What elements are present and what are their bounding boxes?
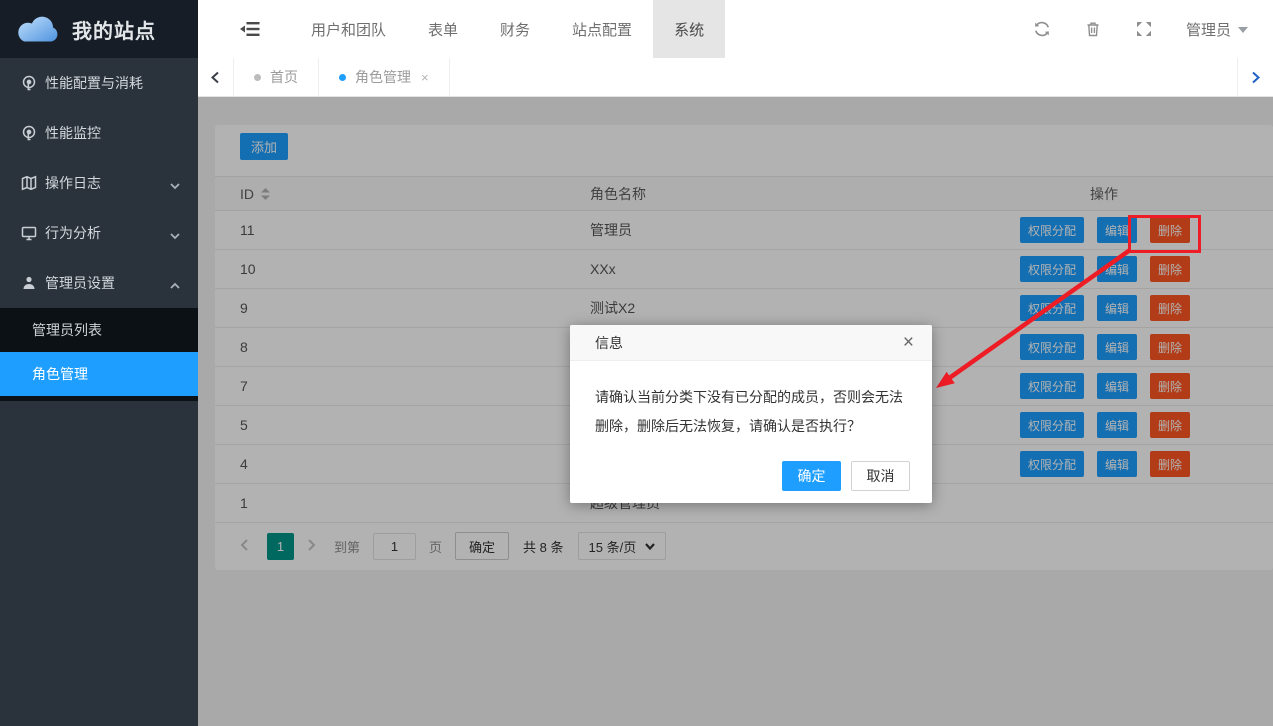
sidebar-item-admin-settings[interactable]: 管理员设置 <box>0 258 198 308</box>
dialog-ok-button[interactable]: 确定 <box>782 461 841 491</box>
book-icon <box>20 175 37 192</box>
podcast-icon <box>20 125 37 142</box>
sidebar: 我的站点 性能配置与消耗 性能监控 操作日志 <box>0 0 198 726</box>
tab-dot-icon <box>254 74 261 81</box>
monitor-icon <box>20 225 37 242</box>
sidebar-menu: 性能配置与消耗 性能监控 操作日志 行为分析 <box>0 58 198 401</box>
sidebar-item-label: 行为分析 <box>45 223 101 243</box>
sidebar-item-role-management[interactable]: 角色管理 <box>0 352 198 396</box>
sidebar-item-label: 操作日志 <box>45 173 101 193</box>
sidebar-subitem-label: 角色管理 <box>32 364 88 384</box>
user-menu[interactable]: 管理员 <box>1186 19 1248 40</box>
nav-tab-system[interactable]: 系统 <box>653 0 725 58</box>
fullscreen-icon[interactable] <box>1135 20 1153 38</box>
collapse-sidebar-icon[interactable] <box>240 21 260 37</box>
tab-close-icon[interactable]: × <box>421 70 429 85</box>
tab-scroll-right-icon[interactable] <box>1237 58 1273 96</box>
sidebar-item-operation-log[interactable]: 操作日志 <box>0 158 198 208</box>
sidebar-subitem-label: 管理员列表 <box>32 320 102 340</box>
chevron-up-icon <box>170 278 180 288</box>
user-label: 管理员 <box>1186 19 1231 40</box>
sidebar-item-behavior-analysis[interactable]: 行为分析 <box>0 208 198 258</box>
confirm-dialog: 信息 × 请确认当前分类下没有已分配的成员，否则会无法 删除，删除后无法恢复，请… <box>570 325 932 503</box>
dialog-message: 请确认当前分类下没有已分配的成员，否则会无法 删除，删除后无法恢复，请确认是否执… <box>570 361 932 441</box>
tab-scroll-left-icon[interactable] <box>198 58 234 96</box>
nav-tab-finance[interactable]: 财务 <box>479 0 551 58</box>
user-icon <box>20 275 37 292</box>
sidebar-item-performance-monitor[interactable]: 性能监控 <box>0 108 198 158</box>
refresh-icon[interactable] <box>1033 20 1051 38</box>
sidebar-item-admin-list[interactable]: 管理员列表 <box>0 308 198 352</box>
dialog-message-line: 删除，删除后无法恢复，请确认是否执行？ <box>595 412 907 441</box>
page-tab-bar: 首页 角色管理 × <box>198 58 1273 97</box>
main-area: 用户和团队 表单 财务 站点配置 系统 <box>198 0 1273 726</box>
sidebar-item-performance-config[interactable]: 性能配置与消耗 <box>0 58 198 108</box>
dialog-header: 信息 × <box>570 325 932 361</box>
site-title: 我的站点 <box>72 15 156 44</box>
chevron-down-icon <box>170 228 180 238</box>
page-tab-role-management[interactable]: 角色管理 × <box>319 58 450 96</box>
caret-down-icon <box>1238 27 1248 33</box>
logo: 我的站点 <box>0 0 198 58</box>
top-nav: 用户和团队 表单 财务 站点配置 系统 <box>198 0 1273 58</box>
tab-dot-icon <box>339 74 346 81</box>
nav-tab-site-config[interactable]: 站点配置 <box>551 0 653 58</box>
top-right-tools: 管理员 <box>1000 19 1248 40</box>
nav-tab-forms[interactable]: 表单 <box>407 0 479 58</box>
sidebar-submenu: 管理员列表 角色管理 <box>0 308 198 401</box>
dialog-cancel-button[interactable]: 取消 <box>851 461 910 491</box>
dialog-footer: 确定 取消 <box>782 461 910 491</box>
sidebar-item-label: 性能配置与消耗 <box>45 73 143 93</box>
page-tab-home[interactable]: 首页 <box>234 58 319 96</box>
sidebar-item-label: 管理员设置 <box>45 273 115 293</box>
nav-tab-users-teams[interactable]: 用户和团队 <box>290 0 407 58</box>
podcast-icon <box>20 75 37 92</box>
annotation-highlight-box <box>1128 215 1201 253</box>
content-area: 添加 ID 角色名称 操作 11 管理员 权限分配 编辑 删除 <box>198 97 1273 726</box>
dialog-title: 信息 <box>595 333 623 353</box>
chevron-down-icon <box>170 178 180 188</box>
app-root: 我的站点 性能配置与消耗 性能监控 操作日志 <box>0 0 1273 726</box>
dialog-close-icon[interactable]: × <box>903 333 914 352</box>
dialog-message-line: 请确认当前分类下没有已分配的成员，否则会无法 <box>595 383 907 412</box>
sidebar-item-label: 性能监控 <box>45 123 101 143</box>
cloud-icon <box>14 11 64 47</box>
top-nav-tabs: 用户和团队 表单 财务 站点配置 系统 <box>290 0 725 58</box>
trash-icon[interactable] <box>1084 20 1102 38</box>
